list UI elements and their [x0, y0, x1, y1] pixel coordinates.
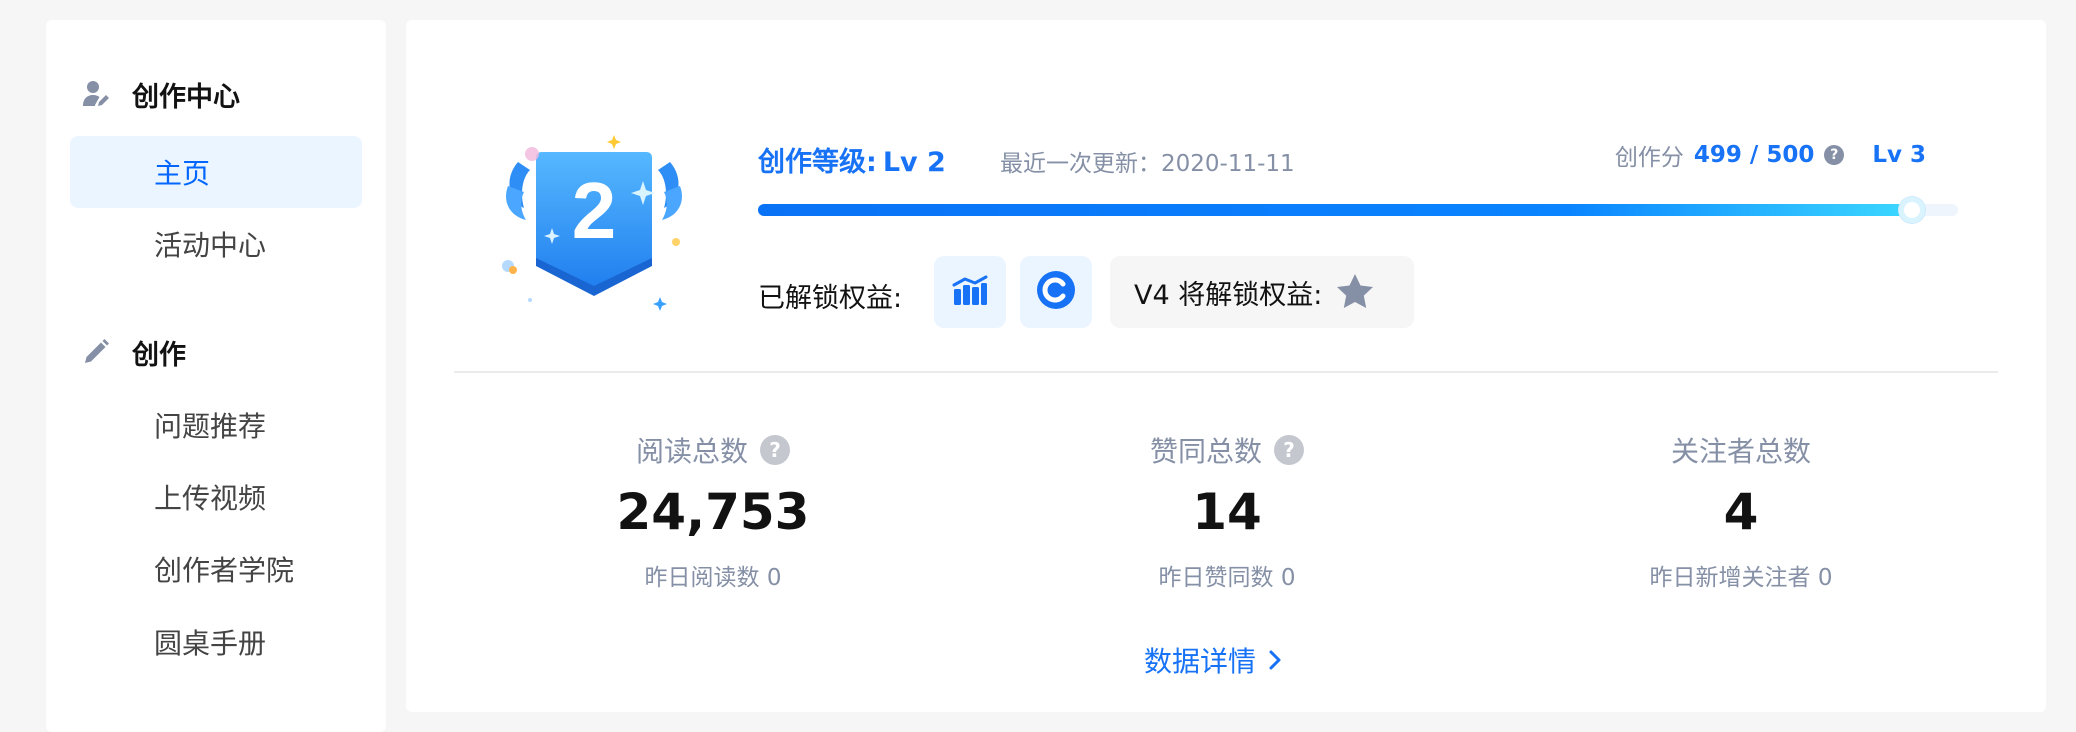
help-icon[interactable]: ? [760, 435, 790, 465]
score-value: 499 / 500 [1693, 142, 1815, 168]
divider [454, 371, 1998, 373]
stat-value: 14 [1192, 483, 1262, 541]
sidebar-item-label: 上传视频 [154, 482, 267, 515]
locked-rights-v4[interactable]: V4 将解锁权益: [1110, 256, 1414, 328]
sidebar-item-label: 创作者学院 [154, 554, 295, 587]
sidebar-item-activity-center[interactable]: 活动中心 [70, 208, 362, 280]
sidebar-item-label: 圆桌手册 [154, 627, 267, 660]
star-icon [1334, 272, 1376, 312]
current-level: Lv 2 [882, 147, 946, 178]
level-title-label: 创作等级: [758, 147, 877, 178]
sidebar-item-label: 主页 [154, 157, 211, 190]
score-label: 创作分 [1614, 145, 1684, 171]
data-details-label: 数据详情 [1144, 645, 1257, 678]
sidebar-item-upload-video[interactable]: 上传视频 [70, 461, 362, 533]
locked-rights-label: V4 将解锁权益: [1134, 279, 1323, 311]
sidebar-group-creation-center: 创作中心 [80, 74, 240, 114]
unlocked-right-copyright[interactable] [1020, 256, 1092, 328]
stat-yesterday: 昨日阅读数 0 [644, 565, 782, 591]
stat-yesterday: 昨日赞同数 0 [1158, 565, 1296, 591]
level-progress-fill [758, 204, 1913, 216]
sidebar-item-label: 问题推荐 [154, 410, 267, 443]
stat-total-followers: 关注者总数 4 昨日新增关注者 0 [1541, 430, 1941, 592]
sidebar-item-creator-academy[interactable]: 创作者学院 [70, 533, 362, 605]
unlocked-right-data-analysis[interactable] [934, 256, 1006, 328]
main-panel: 2 创作等级: Lv 2 最近一次更新：2020-11-11 创作分 499 /… [406, 20, 2046, 712]
sidebar-group-title: 创作中心 [132, 81, 240, 113]
stat-value: 4 [1723, 483, 1759, 541]
sidebar-item-label: 活动中心 [154, 229, 267, 262]
help-icon[interactable]: ? [1824, 145, 1845, 165]
level-title: 创作等级: Lv 2 [758, 140, 946, 179]
stat-label: 关注者总数 [1541, 430, 1941, 470]
sidebar-item-roundtable-manual[interactable]: 圆桌手册 [70, 606, 362, 678]
user-edit-icon [80, 78, 112, 110]
last-update-text: 最近一次更新：2020-11-11 [1000, 151, 1295, 177]
stat-label-text: 关注者总数 [1670, 435, 1811, 468]
bar-chart-icon [952, 275, 988, 309]
stat-label-text: 阅读总数 [635, 435, 748, 468]
badge-level-number: 2 [572, 166, 617, 255]
data-details-link[interactable]: 数据详情 [1144, 640, 1282, 680]
level-badge: 2 [494, 116, 694, 316]
sidebar-item-home[interactable]: 主页 [70, 136, 362, 208]
level-progress-bar [758, 197, 1958, 223]
stat-total-upvotes: 赞同总数 ? 14 昨日赞同数 0 [1027, 430, 1427, 592]
help-icon[interactable]: ? [1274, 435, 1304, 465]
stat-label-text: 赞同总数 [1149, 435, 1262, 468]
stat-total-reads: 阅读总数 ? 24,753 昨日阅读数 0 [513, 430, 913, 592]
creation-score: 创作分 499 / 500 ? Lv 3 [1615, 138, 1926, 172]
stat-yesterday: 昨日新增关注者 0 [1649, 565, 1833, 591]
stat-label: 赞同总数 ? [1027, 430, 1427, 470]
next-level: Lv 3 [1872, 142, 1926, 168]
pencil-icon [80, 336, 112, 368]
stat-value: 24,753 [616, 483, 810, 541]
level-progress-knob [1899, 197, 1926, 223]
copyright-icon [1036, 270, 1076, 314]
sidebar-item-question-recommend[interactable]: 问题推荐 [70, 389, 362, 461]
unlocked-rights-label: 已解锁权益: [758, 283, 903, 314]
sidebar-group-title: 创作 [132, 339, 186, 371]
sidebar-group-creation: 创作 [80, 332, 186, 372]
stat-label: 阅读总数 ? [513, 430, 913, 470]
chevron-right-icon [1268, 649, 1282, 671]
sidebar: 创作中心 主页 活动中心 创作 问题推荐 上传视频 创作者学院 圆桌手册 [46, 20, 386, 732]
